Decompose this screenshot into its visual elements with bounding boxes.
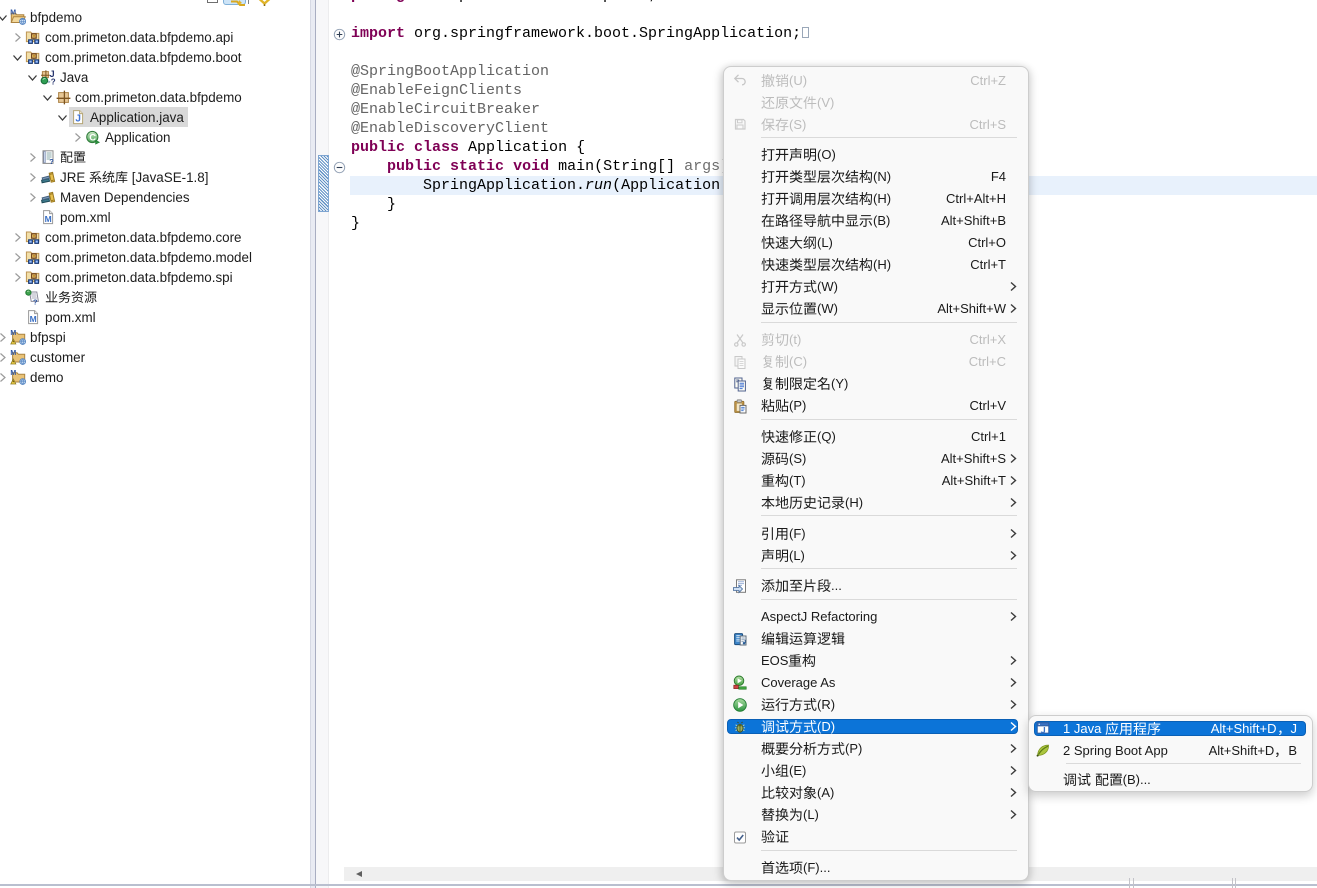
svg-text:?: ?: [33, 297, 38, 305]
svg-text:?: ?: [51, 78, 56, 85]
svg-text:M: M: [10, 350, 16, 357]
svg-text:M: M: [10, 370, 16, 377]
svg-text:M: M: [10, 10, 16, 17]
svg-text:J: J: [75, 113, 81, 124]
svg-text:?: ?: [49, 157, 54, 165]
svg-text:M: M: [30, 314, 37, 324]
svg-text:C: C: [89, 132, 96, 143]
svg-text:M: M: [45, 214, 52, 224]
svg-text:M: M: [10, 330, 16, 337]
